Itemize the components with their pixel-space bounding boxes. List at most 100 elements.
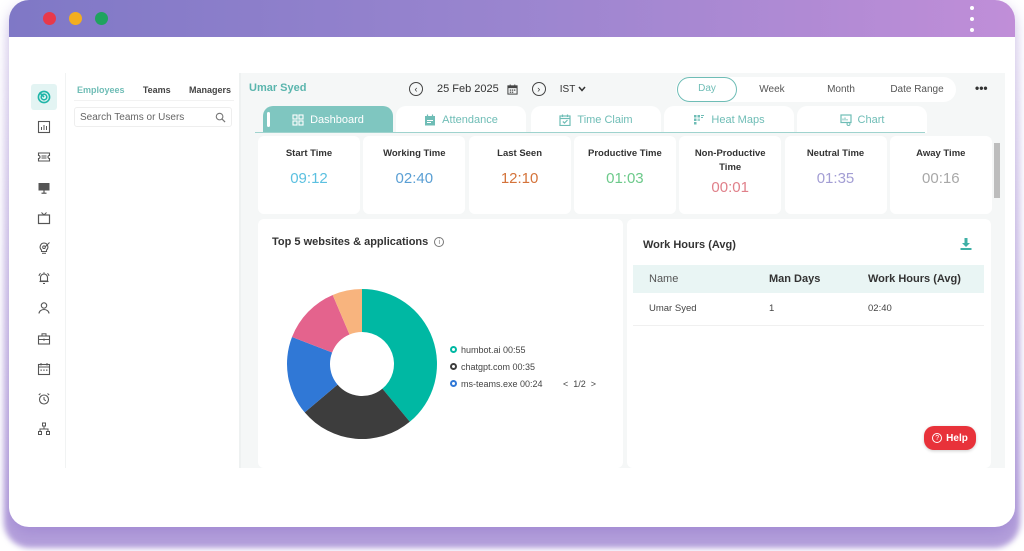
sidebar-item-monitor[interactable] bbox=[31, 175, 57, 201]
next-day-button[interactable]: › bbox=[531, 82, 546, 96]
stats-row: Start Time 09:12 Working Time 02:40 Last See… bbox=[258, 136, 993, 214]
briefcase-icon bbox=[37, 332, 51, 345]
stat-label: Away Time bbox=[916, 148, 966, 159]
tab-time-claim[interactable]: Time Claim bbox=[531, 106, 661, 133]
user-picker-panel: Employees Teams Managers bbox=[65, 73, 241, 468]
stat-card-working-time: Working Time 02:40 bbox=[363, 136, 466, 214]
sidebar-item-briefcase[interactable] bbox=[31, 326, 57, 352]
top-apps-donut-chart bbox=[287, 289, 437, 439]
table-header-row: Name Man Days Work Hours (Avg) bbox=[633, 265, 984, 293]
range-date-range-button[interactable]: Date Range bbox=[887, 84, 947, 95]
sidebar-item-lightbulb-target[interactable] bbox=[31, 235, 57, 261]
cell-man-days: 1 bbox=[769, 293, 868, 326]
tab-label: Dashboard bbox=[310, 113, 364, 126]
help-button[interactable]: ? Help bbox=[924, 426, 976, 450]
stat-value: 12:10 bbox=[500, 170, 539, 187]
legend-item[interactable]: humbot.ai 00:55 bbox=[450, 341, 543, 358]
legend-item[interactable]: chatgpt.com 00:35 bbox=[450, 358, 543, 375]
sidebar-item-radar[interactable] bbox=[31, 84, 57, 110]
lightbulb-target-icon bbox=[39, 242, 50, 254]
timezone-select[interactable]: IST bbox=[560, 84, 587, 95]
sidebar-item-alarm-bell[interactable] bbox=[31, 265, 57, 291]
stat-card-non-productive-time: Non-Productive Time 00:01 bbox=[679, 136, 782, 214]
tab-heat-maps[interactable]: Heat Maps bbox=[664, 106, 794, 133]
tab-teams[interactable]: Teams bbox=[143, 85, 171, 95]
legend-page-indicator: 1/2 bbox=[573, 379, 586, 389]
date-navigator: ‹ 25 Feb 2025 › IST bbox=[409, 80, 586, 98]
range-week-button[interactable]: Week bbox=[757, 84, 787, 95]
help-label: Help bbox=[946, 432, 968, 444]
tab-label: Chart bbox=[857, 113, 885, 126]
tabs-underline bbox=[255, 132, 925, 133]
search-icon[interactable] bbox=[215, 112, 226, 123]
tab-dashboard[interactable]: Dashboard bbox=[263, 106, 393, 133]
legend-pager: < 1/2 > bbox=[563, 379, 596, 389]
chevron-down-icon bbox=[578, 86, 586, 92]
download-icon[interactable] bbox=[959, 237, 973, 251]
window-titlebar bbox=[9, 0, 1015, 37]
legend-label: chatgpt.com 00:35 bbox=[461, 361, 536, 372]
more-options-button[interactable]: ••• bbox=[975, 81, 988, 95]
work-hours-table: Name Man Days Work Hours (Avg) Umar Syed… bbox=[633, 265, 984, 326]
range-day-button[interactable]: Day bbox=[677, 77, 737, 102]
cell-work-hours: 02:40 bbox=[868, 293, 984, 326]
stat-card-start-time: Start Time 09:12 bbox=[258, 136, 360, 214]
scrollbar-thumb[interactable] bbox=[994, 143, 1000, 198]
stat-label: Last Seen bbox=[497, 148, 543, 159]
legend-marker-icon bbox=[450, 346, 457, 353]
close-window-button[interactable] bbox=[43, 12, 56, 25]
legend-next-button[interactable]: > bbox=[591, 379, 596, 389]
calendar-check-icon bbox=[559, 114, 571, 126]
sidebar-item-ticket[interactable] bbox=[31, 144, 57, 170]
legend-prev-button[interactable]: < bbox=[563, 379, 568, 389]
legend-label: humbot.ai 00:55 bbox=[461, 344, 526, 355]
legend-item[interactable]: ms-teams.exe 00:24 bbox=[450, 375, 543, 392]
stat-label: Neutral Time bbox=[806, 148, 865, 159]
sidebar-item-alarm-clock[interactable] bbox=[31, 386, 57, 412]
tab-label: Time Claim bbox=[577, 113, 633, 126]
sidebar-item-calendar[interactable] bbox=[31, 356, 57, 382]
sidebar-item-report-chart[interactable] bbox=[31, 114, 57, 140]
sidebar-item-org-chart[interactable] bbox=[31, 416, 57, 442]
search-box bbox=[74, 107, 232, 127]
tab-chart[interactable]: Chart bbox=[797, 106, 927, 133]
column-header-work-hours[interactable]: Work Hours (Avg) bbox=[868, 265, 984, 293]
work-hours-title: Work Hours (Avg) bbox=[643, 239, 736, 251]
stat-card-last-seen: Last Seen 12:10 bbox=[468, 136, 571, 214]
stat-value: 00:01 bbox=[711, 179, 749, 196]
column-header-name[interactable]: Name bbox=[633, 265, 769, 293]
monitor-icon bbox=[38, 182, 50, 194]
tab-managers[interactable]: Managers bbox=[189, 85, 231, 95]
stage: Employees Teams Managers Umar Syed ‹ 25 … bbox=[0, 0, 1024, 551]
window-menu-icon[interactable] bbox=[969, 6, 975, 32]
legend-label: ms-teams.exe 00:24 bbox=[461, 378, 543, 389]
alarm-clock-icon bbox=[38, 393, 50, 405]
sidebar-item-tv[interactable] bbox=[31, 205, 57, 231]
stat-label: Start Time bbox=[285, 148, 333, 159]
range-month-button[interactable]: Month bbox=[825, 84, 857, 95]
sidebar-item-user[interactable] bbox=[31, 295, 57, 321]
stat-value: 02:40 bbox=[395, 170, 434, 187]
heatmap-icon bbox=[694, 114, 705, 124]
tab-attendance[interactable]: Attendance bbox=[396, 106, 526, 133]
stats-scrollbar[interactable] bbox=[993, 136, 1001, 214]
column-header-man-days[interactable]: Man Days bbox=[769, 265, 868, 293]
stat-label: Working Time bbox=[383, 148, 446, 159]
current-date: 25 Feb 2025 bbox=[437, 83, 499, 95]
view-tabs: Dashboard Attendance Time Claim Heat Map… bbox=[255, 106, 927, 133]
ticket-icon bbox=[37, 152, 51, 162]
previous-day-button[interactable]: ‹ bbox=[409, 82, 423, 96]
calendar-icon[interactable] bbox=[507, 83, 518, 95]
maximize-window-button[interactable] bbox=[95, 12, 108, 25]
search-input[interactable] bbox=[80, 111, 210, 123]
minimize-window-button[interactable] bbox=[69, 12, 82, 25]
tab-label: Attendance bbox=[442, 113, 498, 126]
stat-label: Non-Productive Time bbox=[694, 148, 766, 173]
tab-employees[interactable]: Employees bbox=[77, 85, 125, 95]
stat-value: 01:03 bbox=[606, 170, 644, 187]
chart-legend: humbot.ai 00:55 chatgpt.com 00:35 ms-teams… bbox=[450, 341, 543, 392]
cell-name: Umar Syed bbox=[633, 293, 769, 326]
table-row[interactable]: Umar Syed 1 02:40 bbox=[633, 293, 984, 326]
user-picker-tabs: Employees Teams Managers bbox=[74, 79, 234, 101]
timezone-value: IST bbox=[559, 83, 576, 95]
